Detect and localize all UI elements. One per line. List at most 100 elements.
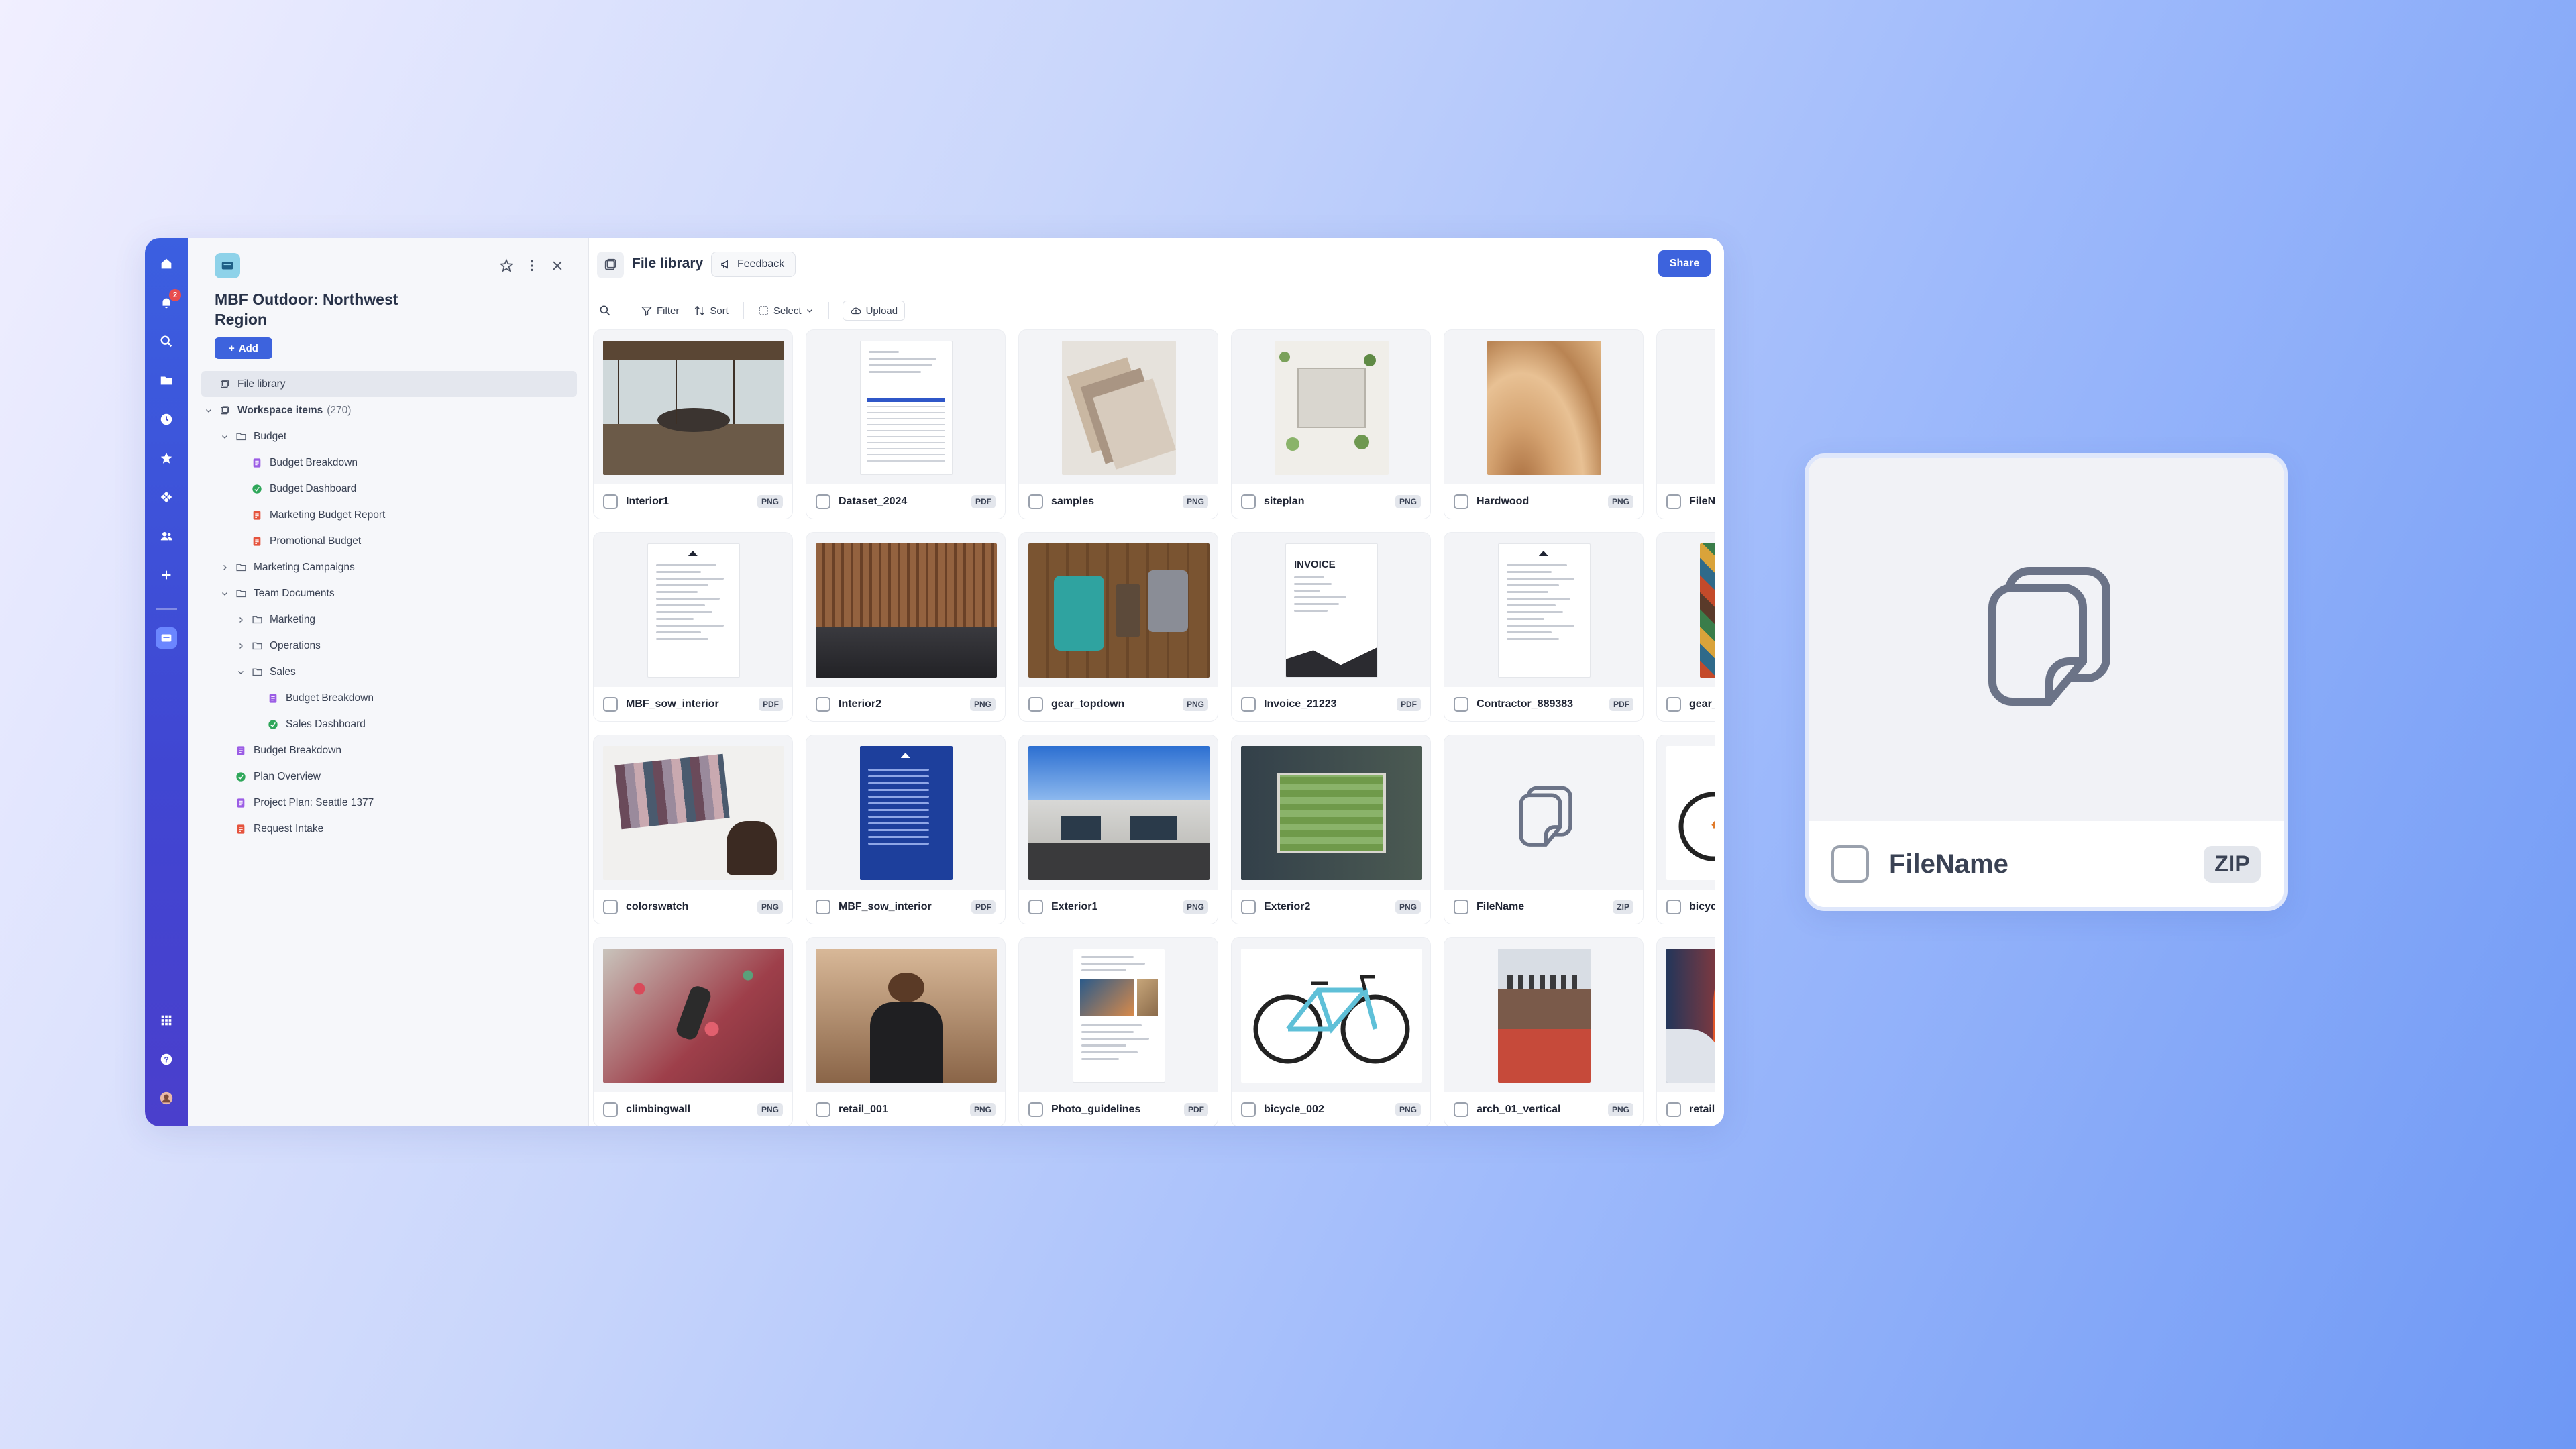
file-checkbox[interactable] (1241, 696, 1256, 712)
file-thumbnail[interactable] (1444, 533, 1643, 688)
grid-icon[interactable] (156, 1010, 177, 1031)
file-checkbox[interactable] (816, 696, 830, 712)
file-thumbnail[interactable] (1019, 330, 1218, 486)
sidebar-item[interactable]: File library (201, 371, 577, 397)
file-card[interactable]: samples PNG (1018, 329, 1218, 519)
file-card[interactable]: MBF_sow_interior PDF (593, 532, 793, 722)
file-card[interactable]: colorswatch PNG (593, 735, 793, 924)
file-card[interactable]: bicycle_002 PNG (1231, 937, 1431, 1126)
sidebar-item[interactable]: Workspace items (270) (201, 397, 577, 423)
clock-icon[interactable] (156, 409, 177, 430)
chevron-down-icon[interactable] (203, 405, 215, 417)
file-card[interactable]: Interior1 PNG (593, 329, 793, 519)
file-card[interactable]: INVOICE Invoice_21223 PDF (1231, 532, 1431, 722)
file-thumbnail[interactable] (1232, 735, 1430, 891)
file-card[interactable]: Interior2 PNG (806, 532, 1006, 722)
file-checkbox[interactable] (1454, 1102, 1468, 1117)
search-button[interactable] (598, 304, 612, 317)
upload-button[interactable]: Upload (842, 301, 906, 321)
file-checkbox[interactable] (816, 1102, 830, 1117)
apps-icon[interactable] (156, 486, 177, 508)
file-checkbox[interactable] (603, 899, 618, 914)
workspace-icon[interactable] (156, 627, 177, 649)
filter-button[interactable]: Filter (641, 305, 679, 317)
file-card[interactable]: MBF_sow_interior PDF (806, 735, 1006, 924)
sidebar-item[interactable]: Budget Breakdown (201, 449, 577, 476)
file-thumbnail[interactable] (594, 938, 792, 1093)
file-checkbox[interactable] (603, 1102, 618, 1117)
file-card[interactable]: retail_001 PNG (806, 937, 1006, 1126)
add-button[interactable]: + Add (215, 337, 272, 359)
file-checkbox[interactable] (1241, 494, 1256, 509)
sidebar-item[interactable]: Marketing (201, 606, 577, 633)
file-card[interactable]: FileName ZIP (1444, 735, 1644, 924)
home-icon[interactable] (156, 253, 177, 274)
file-thumbnail[interactable] (594, 533, 792, 688)
plus-icon[interactable] (156, 564, 177, 586)
file-checkbox[interactable] (603, 494, 618, 509)
file-card[interactable]: Exterior1 PNG (1018, 735, 1218, 924)
sidebar-item[interactable]: Budget Breakdown (201, 737, 577, 763)
chevron-right-icon[interactable] (219, 561, 231, 574)
sidebar-item[interactable]: Operations (201, 633, 577, 659)
file-card[interactable]: gear_topdown2PNG (1656, 532, 1715, 722)
star-icon[interactable] (498, 257, 515, 274)
star-icon[interactable] (156, 447, 177, 469)
file-card[interactable]: arch_01_vertical PNG (1444, 937, 1644, 1126)
file-checkbox[interactable] (816, 494, 830, 509)
file-thumbnail[interactable] (806, 938, 1005, 1093)
file-card[interactable]: Dataset_2024 PDF (806, 329, 1006, 519)
sidebar-item[interactable]: Promotional Budget (201, 528, 577, 554)
sidebar-item[interactable]: Request Intake (201, 816, 577, 842)
share-button[interactable]: Share (1658, 250, 1711, 277)
file-thumbnail[interactable] (1019, 735, 1218, 891)
sidebar-item[interactable]: Sales Dashboard (201, 711, 577, 737)
chevron-down-icon[interactable] (235, 666, 247, 678)
file-thumbnail[interactable] (806, 533, 1005, 688)
file-card[interactable]: retail_002PNG (1656, 937, 1715, 1126)
sidebar-item[interactable]: Marketing Campaigns (201, 554, 577, 580)
file-checkbox[interactable] (1666, 899, 1681, 914)
avatar[interactable] (156, 1087, 177, 1109)
select-dropdown[interactable]: Select (757, 305, 814, 317)
file-thumbnail[interactable] (1657, 938, 1715, 1093)
sidebar-item[interactable]: Team Documents (201, 580, 577, 606)
sidebar-item[interactable]: Marketing Budget Report (201, 502, 577, 528)
file-thumbnail[interactable] (806, 735, 1005, 891)
chevron-down-icon[interactable] (219, 588, 231, 600)
help-icon[interactable]: ? (156, 1049, 177, 1070)
file-card[interactable]: bicycle_001PNG (1656, 735, 1715, 924)
file-card[interactable]: Photo_guidelines PDF (1018, 937, 1218, 1126)
file-checkbox[interactable] (1028, 899, 1043, 914)
file-thumbnail[interactable] (594, 735, 792, 891)
bell-icon[interactable]: 2 (156, 289, 181, 313)
file-checkbox[interactable] (1241, 899, 1256, 914)
folder-icon[interactable] (156, 370, 177, 391)
file-card[interactable]: Hardwood PNG (1444, 329, 1644, 519)
people-icon[interactable] (156, 525, 177, 547)
file-checkbox[interactable] (1666, 494, 1681, 509)
file-checkbox[interactable] (1028, 1102, 1043, 1117)
file-checkbox[interactable] (1666, 696, 1681, 712)
chevron-down-icon[interactable] (219, 431, 231, 443)
sidebar-item[interactable]: Project Plan: Seattle 1377 (201, 790, 577, 816)
file-checkbox[interactable] (603, 696, 618, 712)
file-checkbox[interactable] (1028, 494, 1043, 509)
search-icon[interactable] (156, 331, 177, 352)
file-checkbox[interactable] (1028, 696, 1043, 712)
sidebar-item[interactable]: Budget Breakdown (201, 685, 577, 711)
file-checkbox[interactable] (816, 899, 830, 914)
file-card[interactable]: climbingwall PNG (593, 937, 793, 1126)
file-checkbox[interactable] (1241, 1102, 1256, 1117)
file-card[interactable]: Contractor_889383 PDF (1444, 532, 1644, 722)
file-thumbnail[interactable] (1232, 938, 1430, 1093)
more-icon[interactable] (523, 257, 541, 274)
file-checkbox[interactable] (1666, 1102, 1681, 1117)
file-thumbnail[interactable] (1657, 330, 1715, 486)
file-thumbnail[interactable] (1019, 938, 1218, 1093)
file-card[interactable]: Exterior2 PNG (1231, 735, 1431, 924)
file-checkbox[interactable] (1454, 494, 1468, 509)
file-thumbnail[interactable] (1232, 330, 1430, 486)
close-icon[interactable] (549, 257, 566, 274)
file-thumbnail[interactable] (1444, 330, 1643, 486)
